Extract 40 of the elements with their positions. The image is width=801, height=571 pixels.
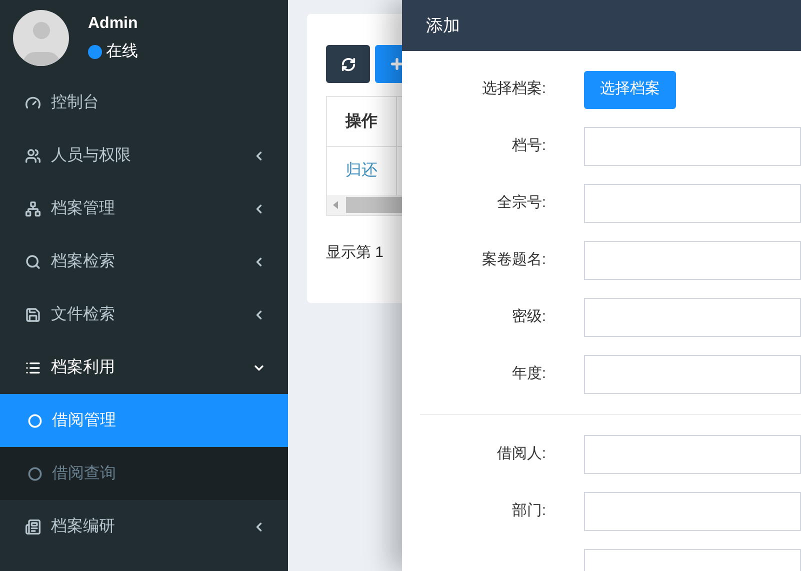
text-input[interactable] <box>584 298 801 337</box>
text-input[interactable] <box>584 492 801 531</box>
text-input[interactable] <box>584 435 801 474</box>
sidebar-item[interactable]: 档案检索 <box>0 235 288 288</box>
field-label: 档号: <box>512 137 546 154</box>
user-status: 在线 <box>106 42 138 62</box>
text-input[interactable] <box>584 355 801 394</box>
search-icon <box>25 254 41 270</box>
submenu-item[interactable]: 借阅查询 <box>0 447 288 500</box>
field-label: 密级: <box>512 308 546 326</box>
text-input[interactable] <box>584 127 801 166</box>
user-name: Admin <box>88 14 138 34</box>
sidebar-item[interactable]: 档案编研 <box>0 500 288 553</box>
sidebar-item[interactable]: 控制台 <box>0 76 288 129</box>
pagination-info: 显示第 1 <box>326 243 384 263</box>
field-label: 借阅人: <box>496 445 546 462</box>
text-input[interactable] <box>584 241 801 280</box>
field-label: 案卷题名: <box>482 251 546 268</box>
return-link[interactable]: 归还 <box>346 159 378 183</box>
field-label: 选择档案: <box>482 80 546 98</box>
circle-icon <box>28 414 42 428</box>
field-label: 部门: <box>512 502 546 520</box>
refresh-button[interactable] <box>326 45 370 83</box>
text-input[interactable] <box>584 184 801 223</box>
sidebar-item[interactable]: 文件检索 <box>0 288 288 341</box>
circle-icon <box>28 466 42 480</box>
users-icon <box>25 148 41 164</box>
field-label: 年度: <box>512 365 546 382</box>
newspaper-icon <box>25 518 41 534</box>
sidebar-item[interactable]: 档案管理 <box>0 182 288 235</box>
scroll-left-icon <box>333 201 338 209</box>
sidebar-item[interactable]: 档案利用 <box>0 341 288 394</box>
refresh-icon <box>340 56 356 72</box>
drawer-title: 添加 <box>426 14 460 37</box>
list-icon <box>25 360 41 376</box>
sitemap-icon <box>25 200 41 216</box>
sidebar-item[interactable]: 人员与权限 <box>0 129 288 182</box>
column-header: 操作 <box>327 97 397 146</box>
gauge-icon <box>25 94 41 110</box>
field-label: 全宗号: <box>496 194 546 212</box>
